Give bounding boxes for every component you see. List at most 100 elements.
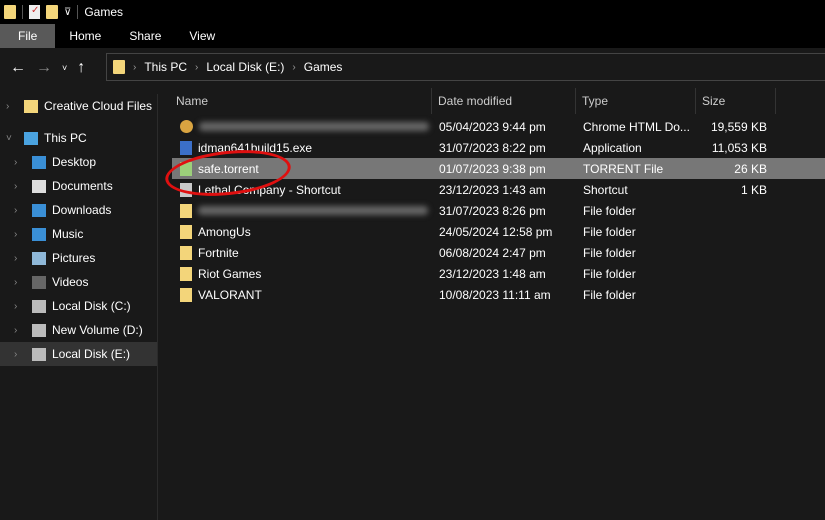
sidebar-item-label: Downloads — [52, 203, 112, 217]
chevron-right-icon[interactable]: › — [292, 62, 295, 73]
file-name: Riot Games — [198, 266, 262, 281]
file-size: 19,559 KB — [710, 119, 767, 134]
date-modified: 01/07/2023 9:38 pm — [439, 161, 546, 176]
chevron-right-icon[interactable]: › — [6, 101, 9, 112]
table-row[interactable]: Riot Games 23/12/2023 1:48 am File folder — [172, 263, 825, 284]
sidebar-item[interactable]: › Desktop — [0, 150, 157, 174]
file-name: VALORANT — [198, 287, 262, 302]
file-name: Fortnite — [198, 245, 239, 260]
chevron-right-icon[interactable]: › — [14, 181, 17, 192]
desktop-icon — [32, 155, 46, 169]
window-title: Games — [84, 5, 124, 19]
drive-icon — [32, 323, 46, 337]
chevron-right-icon[interactable]: › — [14, 301, 17, 312]
tab-view[interactable]: View — [175, 24, 229, 48]
sidebar-item[interactable]: › Music — [0, 222, 157, 246]
file-type: File folder — [583, 203, 636, 218]
videos-icon — [32, 275, 46, 289]
breadcrumb-local-disk-e[interactable]: Local Disk (E:) — [206, 60, 284, 74]
new-folder-icon[interactable] — [46, 5, 58, 19]
folder-icon — [180, 287, 192, 302]
sidebar-item-label: New Volume (D:) — [52, 323, 143, 337]
music-icon — [32, 227, 46, 241]
drive-icon — [32, 347, 46, 361]
sidebar-item[interactable]: › Documents — [0, 174, 157, 198]
sidebar-item[interactable]: ˅ This PC — [0, 126, 157, 150]
date-modified: 10/08/2023 11:11 am — [439, 287, 551, 302]
table-row[interactable]: 31/07/2023 8:26 pm File folder — [172, 200, 825, 221]
chevron-right-icon[interactable]: › — [14, 349, 17, 360]
file-type: File folder — [583, 224, 636, 239]
date-modified: 31/07/2023 8:22 pm — [439, 140, 546, 155]
column-date-modified[interactable]: Date modified — [432, 88, 576, 114]
folder-icon — [4, 5, 16, 19]
sidebar-item[interactable]: › Downloads — [0, 198, 157, 222]
sidebar-item-label: Desktop — [52, 155, 97, 169]
chrome-icon — [180, 120, 193, 133]
blurred-filename — [199, 122, 429, 131]
sidebar-item[interactable]: › Local Disk (C:) — [0, 294, 157, 318]
date-modified: 24/05/2024 12:58 pm — [439, 224, 553, 239]
folder-icon — [180, 224, 192, 239]
date-modified: 05/04/2023 9:44 pm — [439, 119, 546, 134]
chevron-right-icon[interactable]: › — [14, 325, 17, 336]
breadcrumb-games[interactable]: Games — [304, 60, 343, 74]
file-type: File folder — [583, 266, 636, 281]
file-size: 11,053 KB — [711, 140, 767, 155]
table-row[interactable]: Fortnite 06/08/2024 2:47 pm File folder — [172, 242, 825, 263]
file-size: 1 KB — [740, 182, 767, 197]
sidebar-item-label: Pictures — [52, 251, 96, 265]
sidebar-item-label: Documents — [52, 179, 113, 193]
ribbon-tabs: File Home Share View — [0, 24, 825, 48]
file-type: Chrome HTML Do... — [583, 119, 690, 134]
table-row[interactable]: 05/04/2023 9:44 pm Chrome HTML Do... 19,55… — [172, 116, 825, 137]
sidebar-item[interactable]: › Videos — [0, 270, 157, 294]
chevron-right-icon[interactable]: › — [14, 157, 17, 168]
column-type[interactable]: Type — [576, 88, 696, 114]
chevron-right-icon[interactable]: › — [133, 62, 136, 73]
divider — [22, 5, 23, 19]
sidebar-item[interactable]: › Creative Cloud Files — [0, 94, 157, 118]
column-size[interactable]: Size — [696, 88, 776, 114]
table-row[interactable]: VALORANT 10/08/2023 11:11 am File folder — [172, 284, 825, 305]
file-type: File folder — [583, 287, 636, 302]
chevron-right-icon[interactable]: › — [14, 253, 17, 264]
sidebar-item-label: Videos — [52, 275, 89, 289]
tab-home[interactable]: Home — [55, 24, 115, 48]
forward-button[interactable]: → — [36, 59, 52, 77]
chevron-right-icon[interactable]: › — [14, 277, 17, 288]
chevron-right-icon[interactable]: › — [195, 62, 198, 73]
sidebar-item[interactable]: › New Volume (D:) — [0, 318, 157, 342]
properties-icon[interactable] — [29, 5, 40, 19]
chevron-down-icon[interactable]: ˅ — [6, 133, 12, 144]
customize-toolbar-icon[interactable]: ⊽ — [64, 7, 71, 18]
date-modified: 06/08/2024 2:47 pm — [439, 245, 546, 260]
sidebar-item-label: Music — [52, 227, 84, 241]
back-button[interactable]: ← — [10, 59, 26, 77]
breadcrumb-this-pc[interactable]: This PC — [144, 60, 187, 74]
recent-locations-button[interactable]: ˅ — [62, 63, 67, 73]
file-size: 26 KB — [734, 161, 767, 176]
column-name[interactable]: Name — [170, 88, 432, 114]
up-button[interactable]: ↑ — [77, 59, 85, 77]
sidebar-item[interactable]: › Pictures — [0, 246, 157, 270]
file-type: Shortcut — [583, 182, 628, 197]
cloud-folder-icon — [24, 99, 38, 113]
sidebar-item[interactable]: › Local Disk (E:) — [0, 342, 157, 366]
sidebar-item-label: Creative Cloud Files — [44, 99, 153, 113]
sidebar-item-label: Local Disk (C:) — [52, 299, 131, 313]
table-row[interactable]: AmongUs 24/05/2024 12:58 pm File folder — [172, 221, 825, 242]
file-name: AmongUs — [198, 224, 251, 239]
file-list: Name Date modified Type Size 05/04/2023 … — [170, 88, 825, 305]
address-bar[interactable]: › This PC › Local Disk (E:) › Games — [106, 53, 825, 81]
folder-icon — [180, 266, 192, 281]
chevron-right-icon[interactable]: › — [14, 229, 17, 240]
tab-share[interactable]: Share — [115, 24, 175, 48]
date-modified: 23/12/2023 1:48 am — [439, 266, 546, 281]
sidebar-item-label: Local Disk (E:) — [52, 347, 131, 361]
exe-icon — [180, 140, 192, 155]
chevron-right-icon[interactable]: › — [14, 205, 17, 216]
folder-icon — [180, 203, 192, 218]
folder-icon — [180, 245, 192, 260]
tab-file[interactable]: File — [0, 24, 56, 48]
